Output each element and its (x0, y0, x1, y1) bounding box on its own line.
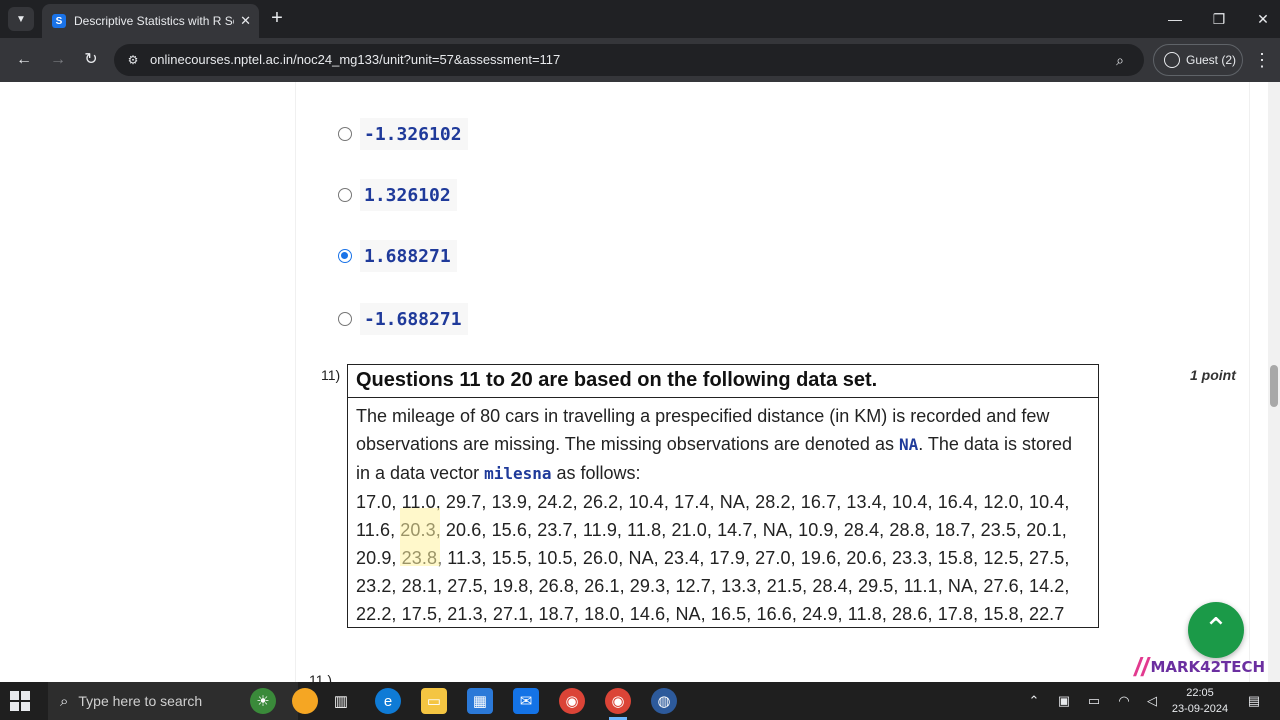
data-line: 17.0, 11.0, 29.7, 13.9, 24.2, 26.2, 10.4… (356, 492, 1070, 512)
option-text: 1.326102 (360, 179, 457, 211)
chrome-active-icon[interactable]: ◉ (605, 688, 631, 714)
answer-option[interactable]: -1.326102 (338, 118, 468, 150)
cursor-highlight (400, 508, 440, 566)
address-bar[interactable]: ⚙ onlinecourses.nptel.ac.in/noc24_mg133/… (114, 44, 1144, 76)
answer-option[interactable]: 1.688271 (338, 240, 457, 272)
question-heading: Questions 11 to 20 are based on the foll… (348, 365, 1098, 398)
radio-button[interactable] (338, 127, 352, 141)
meet-now-icon[interactable]: ▣ (1054, 682, 1074, 720)
radio-button[interactable] (338, 188, 352, 202)
site-favicon-icon: S (52, 14, 66, 28)
widgets-icon[interactable] (292, 688, 318, 714)
new-tab-button[interactable]: + (266, 8, 288, 30)
data-values: 17.0, 11.0, 29.7, 13.9, 24.2, 26.2, 10.4… (356, 488, 1090, 628)
question-intro: The mileage of 80 cars in travelling a p… (356, 402, 1090, 488)
option-text: 1.688271 (360, 240, 457, 272)
site-info-icon[interactable]: ⚙ (122, 49, 144, 71)
scrollbar-thumb[interactable] (1270, 365, 1278, 407)
url-text[interactable]: onlinecourses.nptel.ac.in/noc24_mg133/un… (150, 52, 560, 67)
profile-avatar-icon (1164, 52, 1180, 68)
search-icon: ⌕ (60, 692, 69, 710)
profile-button[interactable]: Guest (2) (1153, 44, 1243, 76)
reload-button[interactable]: ↻ (79, 48, 103, 72)
data-line: 22.2, 17.5, 21.3, 27.1, 18.7, 18.0, 14.6… (356, 604, 1065, 624)
volume-icon[interactable]: ◁ (1142, 682, 1162, 720)
store-icon[interactable]: ▦ (467, 688, 493, 714)
tab-strip: ▼ S Descriptive Statistics with R Soft ✕… (0, 0, 1280, 38)
browser-menu-icon[interactable]: ⋮ (1252, 48, 1272, 72)
taskbar: ⌕ Type here to search ☀ ▥ e ▭ ▦ ✉ ◉ ◉ ◍ … (0, 682, 1280, 720)
vector-name-code: milesna (484, 464, 552, 483)
intro-text-3: as follows: (551, 463, 641, 483)
app-icon[interactable]: ◍ (651, 688, 677, 714)
chrome-icon[interactable]: ◉ (559, 688, 585, 714)
system-clock[interactable]: 22:05 23-09-2024 (1168, 685, 1232, 717)
scroll-to-top-button[interactable]: ⌃ (1188, 602, 1244, 658)
battery-icon[interactable]: ▭ (1084, 682, 1104, 720)
show-hidden-icons-icon[interactable]: ⌃ (1024, 682, 1044, 720)
data-line: 20.9, 23.8, 11.3, 15.5, 10.5, 26.0, NA, … (356, 548, 1070, 568)
na-code: NA (898, 435, 919, 454)
close-window-button[interactable]: ✕ (1248, 8, 1278, 30)
question-number: 11) (321, 367, 341, 383)
answer-option[interactable]: 1.326102 (338, 179, 457, 211)
answer-option[interactable]: -1.688271 (338, 303, 468, 335)
profile-label: Guest (2) (1186, 53, 1237, 67)
file-explorer-icon[interactable]: ▭ (421, 688, 447, 714)
clock-date: 23-09-2024 (1171, 703, 1229, 715)
option-text: -1.688271 (360, 303, 468, 335)
forward-button[interactable]: → (46, 48, 70, 72)
notifications-icon[interactable]: ▤ (1244, 682, 1264, 720)
start-button[interactable] (10, 691, 30, 711)
question-body: The mileage of 80 cars in travelling a p… (348, 398, 1098, 632)
tab-search-dropdown-icon[interactable]: ▼ (8, 7, 34, 31)
question-box: Questions 11 to 20 are based on the foll… (347, 364, 1099, 628)
tab-close-icon[interactable]: ✕ (240, 13, 251, 29)
watermark-slash-icon: // (1134, 651, 1149, 682)
browser-toolbar: ← → ↻ ⚙ onlinecourses.nptel.ac.in/noc24_… (0, 38, 1280, 82)
back-button[interactable]: ← (12, 48, 36, 72)
radio-button[interactable] (338, 312, 352, 326)
task-view-icon[interactable]: ▥ (328, 688, 354, 714)
question-points: 1 point (1190, 367, 1236, 383)
wifi-icon[interactable]: ◠ (1114, 682, 1134, 720)
weather-icon[interactable]: ☀ (250, 688, 276, 714)
restore-button[interactable]: ❐ (1204, 8, 1234, 30)
watermark-text: MARK42TECH (1150, 658, 1266, 676)
radio-button-selected[interactable] (338, 249, 352, 263)
page-scrollbar[interactable] (1268, 82, 1280, 682)
option-text: -1.326102 (360, 118, 468, 150)
search-placeholder: Type here to search (78, 693, 203, 709)
edge-icon[interactable]: e (375, 688, 401, 714)
data-line: 11.6, 20.3, 20.6, 15.6, 23.7, 11.9, 11.8… (356, 520, 1067, 540)
left-margin (0, 82, 295, 682)
minimize-button[interactable]: — (1160, 8, 1190, 30)
mail-icon[interactable]: ✉ (513, 688, 539, 714)
clock-time: 22:05 (1186, 687, 1214, 699)
browser-tab[interactable]: S Descriptive Statistics with R Soft ✕ (42, 4, 259, 38)
next-question-number: 11 ) (309, 672, 333, 682)
watermark-logo: // MARK42TECH (1134, 652, 1274, 682)
tab-title: Descriptive Statistics with R Soft (74, 14, 235, 28)
zoom-icon[interactable]: ⌕ (1110, 50, 1130, 70)
page-viewport: -1.326102 1.326102 1.688271 -1.688271 11… (0, 82, 1280, 682)
data-line: 23.2, 28.1, 27.5, 19.8, 26.8, 26.1, 29.3… (356, 576, 1070, 596)
